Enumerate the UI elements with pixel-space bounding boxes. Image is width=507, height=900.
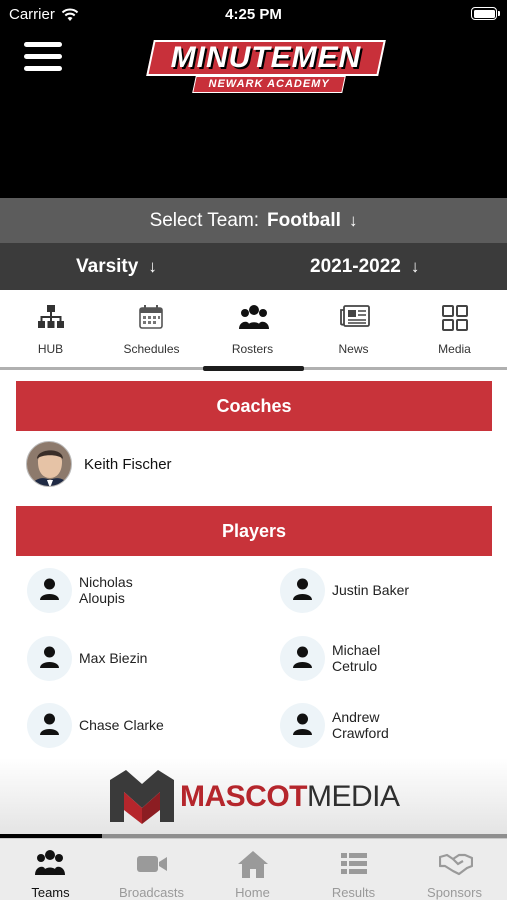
hamburger-menu-button[interactable]	[24, 42, 62, 74]
grid-icon	[442, 305, 468, 331]
level-value: Varsity	[76, 256, 139, 277]
tab-rosters[interactable]: Rosters	[202, 290, 303, 367]
logo-title: MINUTEMEN	[170, 41, 362, 74]
newspaper-icon	[340, 305, 370, 327]
nav-teams[interactable]: Teams	[0, 839, 101, 900]
player-item[interactable]: Chase Clarke	[27, 701, 227, 749]
people-icon	[35, 850, 65, 875]
tab-label: HUB	[37, 342, 64, 356]
calendar-icon	[139, 305, 163, 329]
player-name: Nicholas Aloupis	[79, 574, 133, 606]
player-name: Justin Baker	[332, 582, 410, 598]
arrow-down-icon: ↓	[348, 210, 358, 230]
tab-schedules[interactable]: Schedules	[101, 290, 202, 367]
nav-results[interactable]: Results	[303, 839, 404, 900]
roster-screen: Carrier 4:25 PM MINUTEMEN NEWARK ACADEMY…	[0, 0, 507, 900]
coach-item[interactable]: Keith Fischer	[26, 441, 172, 487]
players-heading: Players	[16, 506, 492, 556]
nav-label: Teams	[31, 885, 70, 900]
person-icon	[280, 702, 325, 748]
nav-label: Sponsors	[427, 885, 482, 900]
nav-broadcasts[interactable]: Broadcasts	[101, 839, 202, 900]
battery-icon	[471, 7, 500, 20]
team-select-value: Football	[267, 209, 341, 231]
tab-label: Media	[438, 342, 471, 356]
bottom-navigation: Teams Broadcasts Home Results Sponsors	[0, 838, 507, 900]
handshake-icon	[439, 853, 473, 876]
mascot-media-logo-icon	[110, 770, 174, 824]
season-dropdown[interactable]: 2021-2022 ↓	[310, 256, 419, 278]
tab-news[interactable]: News	[303, 290, 404, 367]
player-item[interactable]: Max Biezin	[27, 634, 227, 682]
nav-label: Home	[235, 885, 270, 900]
team-logo: MINUTEMEN NEWARK ACADEMY	[146, 40, 386, 100]
arrow-down-icon: ↓	[148, 257, 157, 276]
people-icon	[239, 305, 269, 329]
player-name: Max Biezin	[79, 650, 148, 666]
season-value: 2021-2022	[310, 256, 401, 277]
tab-hub[interactable]: HUB	[0, 290, 101, 367]
player-item[interactable]: Justin Baker	[280, 566, 480, 614]
player-item[interactable]: Andrew Crawford	[280, 701, 480, 749]
section-tabs: HUB Schedules Rosters News Media	[0, 290, 507, 371]
status-bar: Carrier 4:25 PM	[0, 0, 507, 30]
player-item[interactable]: Nicholas Aloupis	[27, 566, 227, 614]
list-icon	[341, 853, 367, 874]
video-camera-icon	[137, 856, 167, 872]
home-icon	[238, 851, 268, 878]
coaches-heading: Coaches	[16, 381, 492, 431]
arrow-down-icon: ↓	[410, 257, 420, 276]
player-item[interactable]: Michael Cetrulo	[280, 634, 480, 682]
logo-subtitle: NEWARK ACADEMY	[208, 78, 330, 90]
person-icon	[280, 635, 325, 681]
nav-label: Results	[331, 885, 376, 900]
sponsor-brand: MASCOTMEDIA	[180, 780, 400, 814]
team-select-label: Select Team:	[149, 209, 260, 231]
player-name: Andrew Crawford	[332, 709, 389, 741]
nav-home[interactable]: Home	[202, 839, 303, 900]
tab-label: Schedules	[123, 342, 180, 356]
person-icon	[280, 567, 325, 613]
team-selector[interactable]: Select Team: Football ↓	[0, 198, 507, 243]
level-dropdown[interactable]: Varsity ↓	[76, 256, 157, 278]
clock: 4:25 PM	[225, 6, 282, 23]
player-name: Chase Clarke	[79, 717, 164, 733]
tab-media[interactable]: Media	[404, 290, 505, 367]
player-name: Michael Cetrulo	[332, 642, 381, 674]
app-header: Carrier 4:25 PM MINUTEMEN NEWARK ACADEMY	[0, 0, 507, 198]
sponsor-brand-part2: MEDIA	[307, 780, 400, 813]
tab-label: News	[338, 342, 369, 356]
hierarchy-icon	[38, 305, 64, 328]
coach-name: Keith Fischer	[84, 455, 172, 473]
filter-bar: Varsity ↓ 2021-2022 ↓	[0, 243, 507, 290]
nav-label: Broadcasts	[118, 885, 185, 900]
sponsor-brand-part1: MASCOT	[180, 780, 308, 813]
active-tab-indicator	[203, 366, 304, 371]
tab-label: Rosters	[231, 342, 274, 356]
coach-avatar	[26, 441, 72, 487]
person-icon	[27, 567, 72, 613]
person-icon	[27, 635, 72, 681]
sponsor-banner[interactable]: MASCOTMEDIA	[0, 758, 507, 834]
nav-sponsors[interactable]: Sponsors	[404, 839, 505, 900]
person-icon	[27, 702, 72, 748]
